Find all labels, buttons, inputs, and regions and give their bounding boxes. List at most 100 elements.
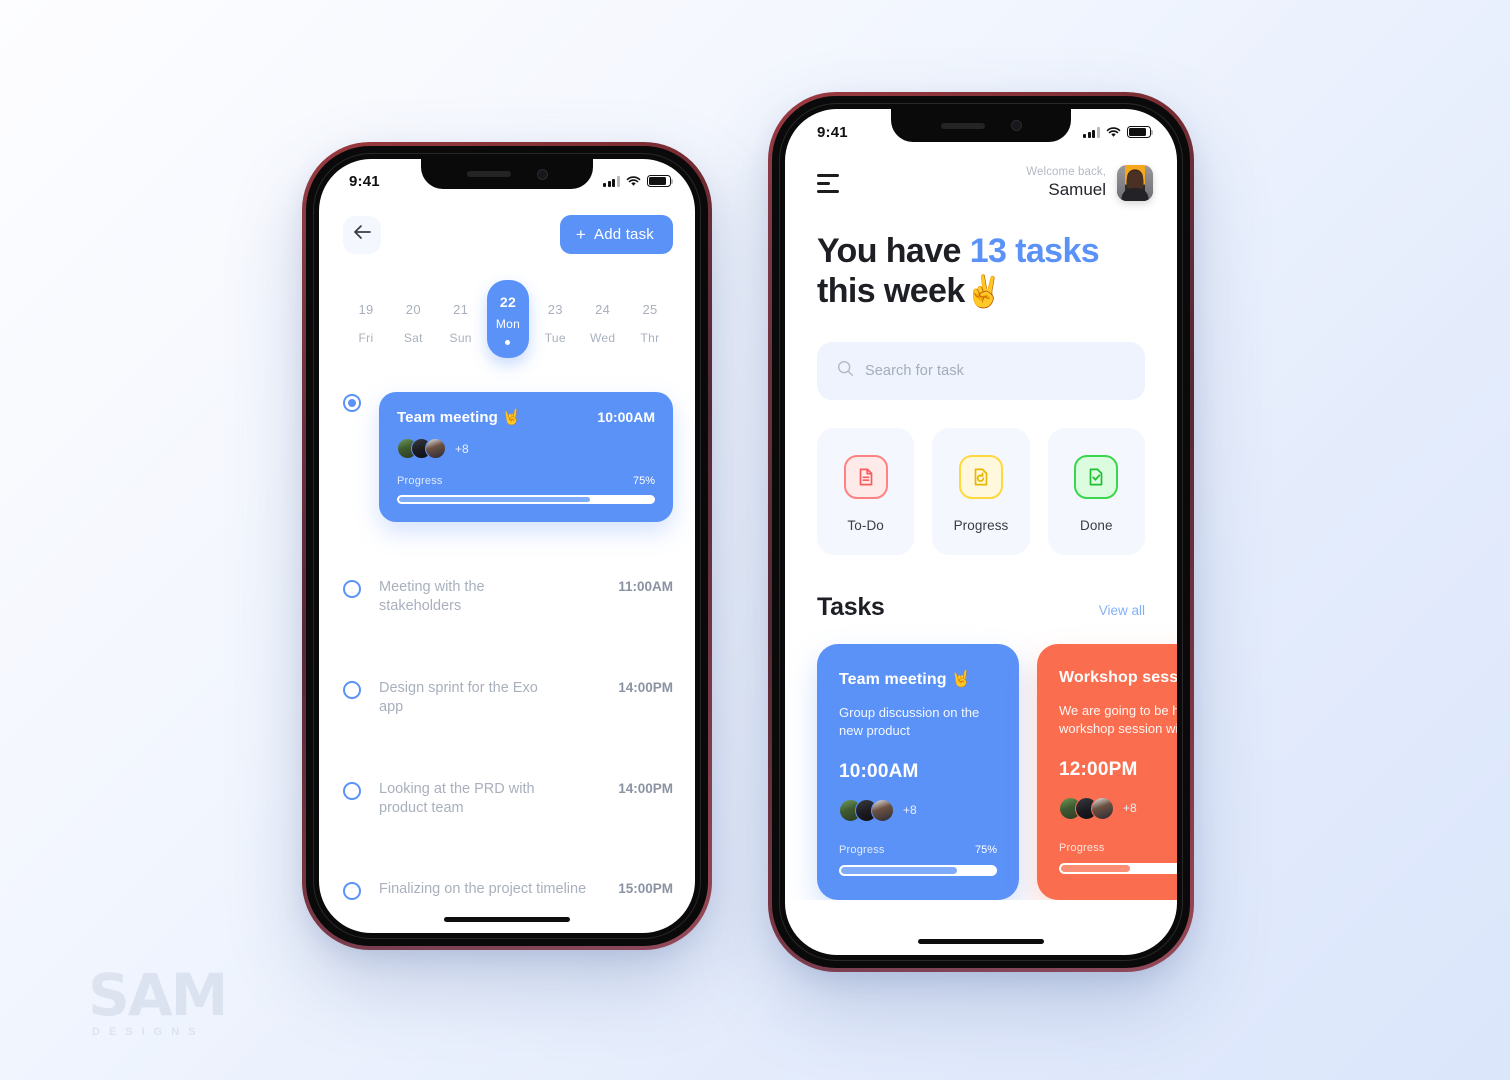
timeline-row[interactable]: Meeting with the stakeholders 11:00AM [343,578,673,616]
avatar-stack[interactable]: +8 [839,798,997,822]
plus-icon: + [575,225,587,244]
task-cards-carousel[interactable]: Team meeting 🤘 Group discussion on the n… [785,622,1177,900]
date-day: Fri [358,331,374,345]
progress-bar-fill [1061,864,1131,872]
timeline-marker [343,681,361,700]
category-card-progress[interactable]: Progress [932,427,1030,555]
battery-icon [647,175,674,187]
date-cell-22-selected[interactable]: 22 Mon [486,280,529,358]
date-cell-21[interactable]: 21 Sun [440,290,482,345]
rock-hand-emoji-icon: 🤘 [502,409,522,426]
category-label: Done [1079,517,1113,533]
timeline-row[interactable]: Looking at the PRD with product team 14:… [343,780,673,818]
timeline-row[interactable]: Design sprint for the Exo app 14:00PM [343,679,673,717]
timeline-item: Finalizing on the project timeline 15:00… [379,880,673,899]
user-greeting[interactable]: Welcome back, Samuel [1026,165,1153,201]
signal-bars-icon [1083,127,1100,138]
task-card-title: Team meeting 🤘 [839,670,972,688]
task-card-time: 10:00AM [839,760,919,782]
timeline-marker [343,781,361,800]
task-card-team-meeting[interactable]: Team meeting 🤘 Group discussion on the n… [817,643,1019,900]
category-card-todo[interactable]: To-Do [817,427,915,555]
wifi-icon [626,176,641,187]
phone-left-content: + Add task 19 Fri 20 Sat 21 Sun 22 Mon 2… [319,193,695,900]
date-cell-19[interactable]: 19 Fri [345,290,387,345]
timeline-marker [343,580,361,598]
date-day: Wed [589,331,616,345]
right-topbar: Welcome back, Samuel [785,157,1177,201]
category-label: Progress [953,517,1009,533]
hamburger-menu-icon[interactable] [817,173,839,193]
phone-left-screen: 9:41 + Add task 19 Fri 20 Sat 21 Sun 22 … [319,159,695,933]
add-task-label: Add task [594,226,654,243]
user-name: Samuel [1048,180,1106,199]
back-button[interactable] [343,215,381,254]
progress-percent: 75% [632,475,655,487]
user-avatar[interactable] [1117,165,1153,201]
date-cell-24[interactable]: 24 Wed [582,290,624,345]
left-topbar: + Add task [343,215,673,254]
arrow-left-icon [353,224,372,245]
timeline-item-time: 15:00PM [618,880,673,896]
wifi-icon [1106,127,1121,138]
document-check-icon [1074,454,1119,499]
tasks-section-header: Tasks View all [785,555,1177,622]
timeline-item-title: Looking at the PRD with product team [379,780,535,816]
timeline-item-time: 14:00PM [618,680,673,696]
featured-task-card[interactable]: Team meeting 🤘 10:00AM +8 Progress 75% [379,392,673,522]
status-bar-left: 9:41 [319,159,695,193]
avatar [425,438,446,459]
timeline-item-time: 14:00PM [618,780,673,796]
date-cell-25[interactable]: 25 Thr [629,290,671,345]
add-task-button[interactable]: + Add task [559,215,673,254]
date-day: Mon [495,317,521,331]
greeting-text: Welcome back, Samuel [1026,166,1106,200]
category-row: To-Do Progress Done [785,400,1177,555]
home-indicator[interactable] [918,939,1044,944]
date-day: Tue [544,331,566,345]
progress-bar-fill [399,497,590,502]
avatar [1091,796,1114,820]
rock-hand-emoji-icon: 🤘 [951,670,972,688]
task-card-time: 12:00PM [1059,758,1138,780]
avatar-body [1121,188,1149,201]
progress-percent: 75% [974,843,997,856]
document-refresh-icon [958,454,1003,499]
avatar-stack[interactable]: +8 [1059,796,1177,820]
task-card-description: We are going to be have a workshop sessi… [1059,702,1177,736]
date-day: Sat [403,331,423,345]
task-card-workshop-session[interactable]: Workshop session We are going to be have… [1037,643,1177,900]
progress-bar-fill [841,866,957,874]
date-number: 24 [595,302,611,317]
avatar-overflow-count: +8 [455,441,469,456]
featured-card-header: Team meeting 🤘 10:00AM [397,408,655,426]
watermark-sub-text: DESIGNS [92,1026,205,1039]
date-day: Sun [449,331,472,345]
selected-day-dot-icon [505,340,511,345]
timeline-item: Meeting with the stakeholders 11:00AM [379,578,673,616]
timeline-row[interactable]: Finalizing on the project timeline 15:00… [343,880,673,900]
avatar-stack[interactable]: +8 [397,438,655,459]
progress-label: Progress [839,843,885,856]
home-indicator[interactable] [444,917,570,922]
view-all-link[interactable]: View all [1099,603,1145,618]
timeline-item: Looking at the PRD with product team 14:… [379,780,673,818]
progress-label: Progress [397,475,443,487]
status-bar-right: 9:41 [785,109,1177,143]
progress-bar [839,864,997,876]
timeline-list: Team meeting 🤘 10:00AM +8 Progress 75% M… [343,392,673,900]
watermark-logo: SAM DESIGNS [88,966,288,1046]
headline-part2: this week [817,272,965,311]
timeline-item-title: Design sprint for the Exo app [379,680,538,716]
timeline-marker [343,881,361,900]
avatar-overflow-count: +8 [1123,801,1137,816]
date-cell-23[interactable]: 23 Tue [534,290,576,345]
avatar-overflow-count: +8 [903,803,917,818]
date-cell-20[interactable]: 20 Sat [392,290,434,345]
phone-mockup-right: 9:41 Welcome back, Samuel You have 13 ta… [768,92,1194,972]
search-input[interactable]: Search for task [817,341,1145,400]
phone-mockup-left: 9:41 + Add task 19 Fri 20 Sat 21 Sun 22 … [302,142,712,950]
status-clock: 9:41 [349,172,380,190]
search-icon [837,360,854,382]
category-card-done[interactable]: Done [1047,427,1145,555]
